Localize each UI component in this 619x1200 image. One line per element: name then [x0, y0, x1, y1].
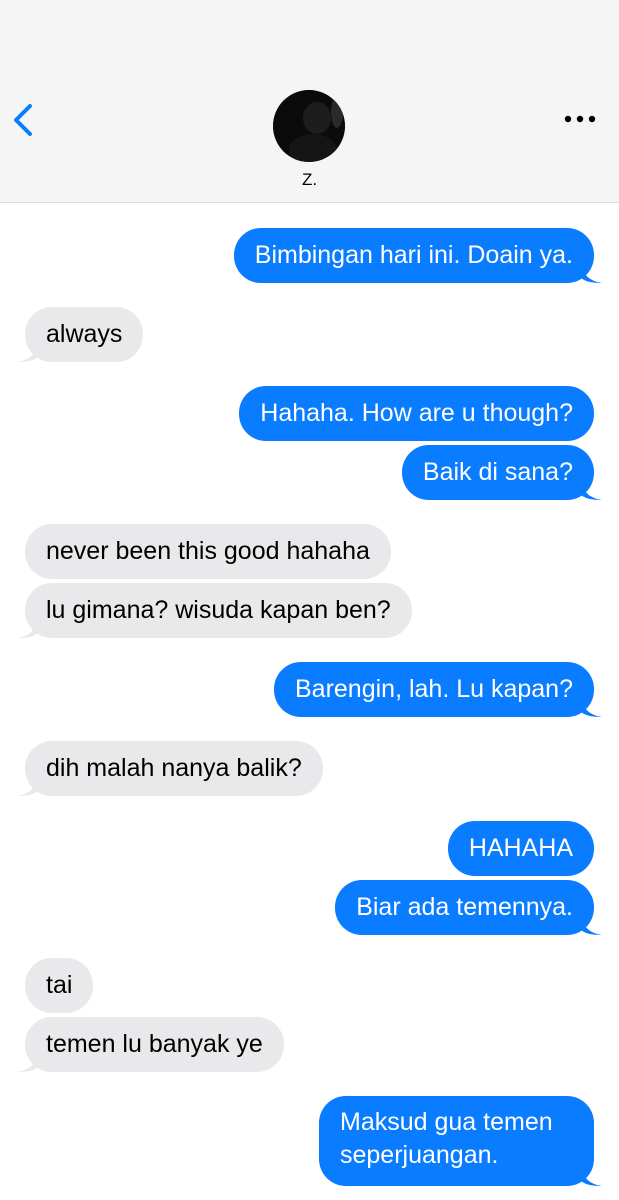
bubble-tail: [17, 616, 39, 638]
contact-name[interactable]: Z.: [0, 170, 619, 190]
bubble-tail: [580, 261, 602, 283]
message-text: Bimbingan hari ini. Doain ya.: [254, 241, 573, 269]
back-button[interactable]: [8, 98, 44, 142]
received-message[interactable]: temen lu banyak ye: [17, 1017, 284, 1072]
received-message[interactable]: never been this good hahaha: [25, 524, 391, 579]
bubble-tail: [580, 1164, 602, 1186]
bubble-tail: [17, 774, 39, 796]
received-message[interactable]: lu gimana? wisuda kapan ben?: [17, 583, 412, 638]
bubble-tail: [580, 478, 602, 500]
chevron-left-icon: [14, 104, 32, 136]
conversation-header: Z.: [0, 0, 619, 203]
bubble-tail: [17, 1050, 39, 1072]
message-thread: Bimbingan hari ini. Doain ya. always Hah…: [0, 204, 619, 1200]
message-text: Hahaha. How are u though?: [260, 399, 573, 427]
avatar-photo: [273, 90, 345, 162]
sent-message[interactable]: Maksud gua temen seperjuangan.: [319, 1096, 602, 1186]
message-text: always: [46, 320, 123, 348]
message-text: HAHAHA: [468, 834, 573, 862]
bubble-tail: [17, 340, 39, 362]
message-text: Baik di sana?: [422, 458, 573, 486]
bubble-tail: [580, 695, 602, 717]
received-message[interactable]: tai: [25, 958, 94, 1013]
ellipsis-icon: [564, 115, 596, 123]
message-text: Barengin, lah. Lu kapan?: [295, 675, 573, 703]
message-text: Maksud gua temen seperjuangan.: [340, 1108, 553, 1169]
sent-message[interactable]: Baik di sana?: [401, 445, 602, 500]
received-message[interactable]: always: [17, 307, 144, 362]
messages-screen: Z. Bimbingan hari ini. Doain ya. always …: [0, 0, 619, 1200]
bubble-tail: [580, 913, 602, 935]
message-text: never been this good hahaha: [46, 537, 370, 565]
message-text: temen lu banyak ye: [46, 1030, 263, 1058]
message-text: tai: [46, 971, 73, 999]
sent-message[interactable]: HAHAHA: [447, 821, 594, 876]
contact-avatar[interactable]: [273, 90, 345, 162]
received-message[interactable]: dih malah nanya balik?: [17, 741, 323, 796]
sent-message[interactable]: Hahaha. How are u though?: [239, 386, 594, 441]
more-options-button[interactable]: [560, 105, 600, 133]
message-text: lu gimana? wisuda kapan ben?: [46, 596, 391, 624]
sent-message[interactable]: Bimbingan hari ini. Doain ya.: [233, 228, 602, 283]
message-text: dih malah nanya balik?: [46, 754, 302, 782]
sent-message[interactable]: Biar ada temennya.: [335, 880, 602, 935]
message-text: Biar ada temennya.: [356, 893, 573, 921]
sent-message[interactable]: Barengin, lah. Lu kapan?: [274, 662, 602, 717]
